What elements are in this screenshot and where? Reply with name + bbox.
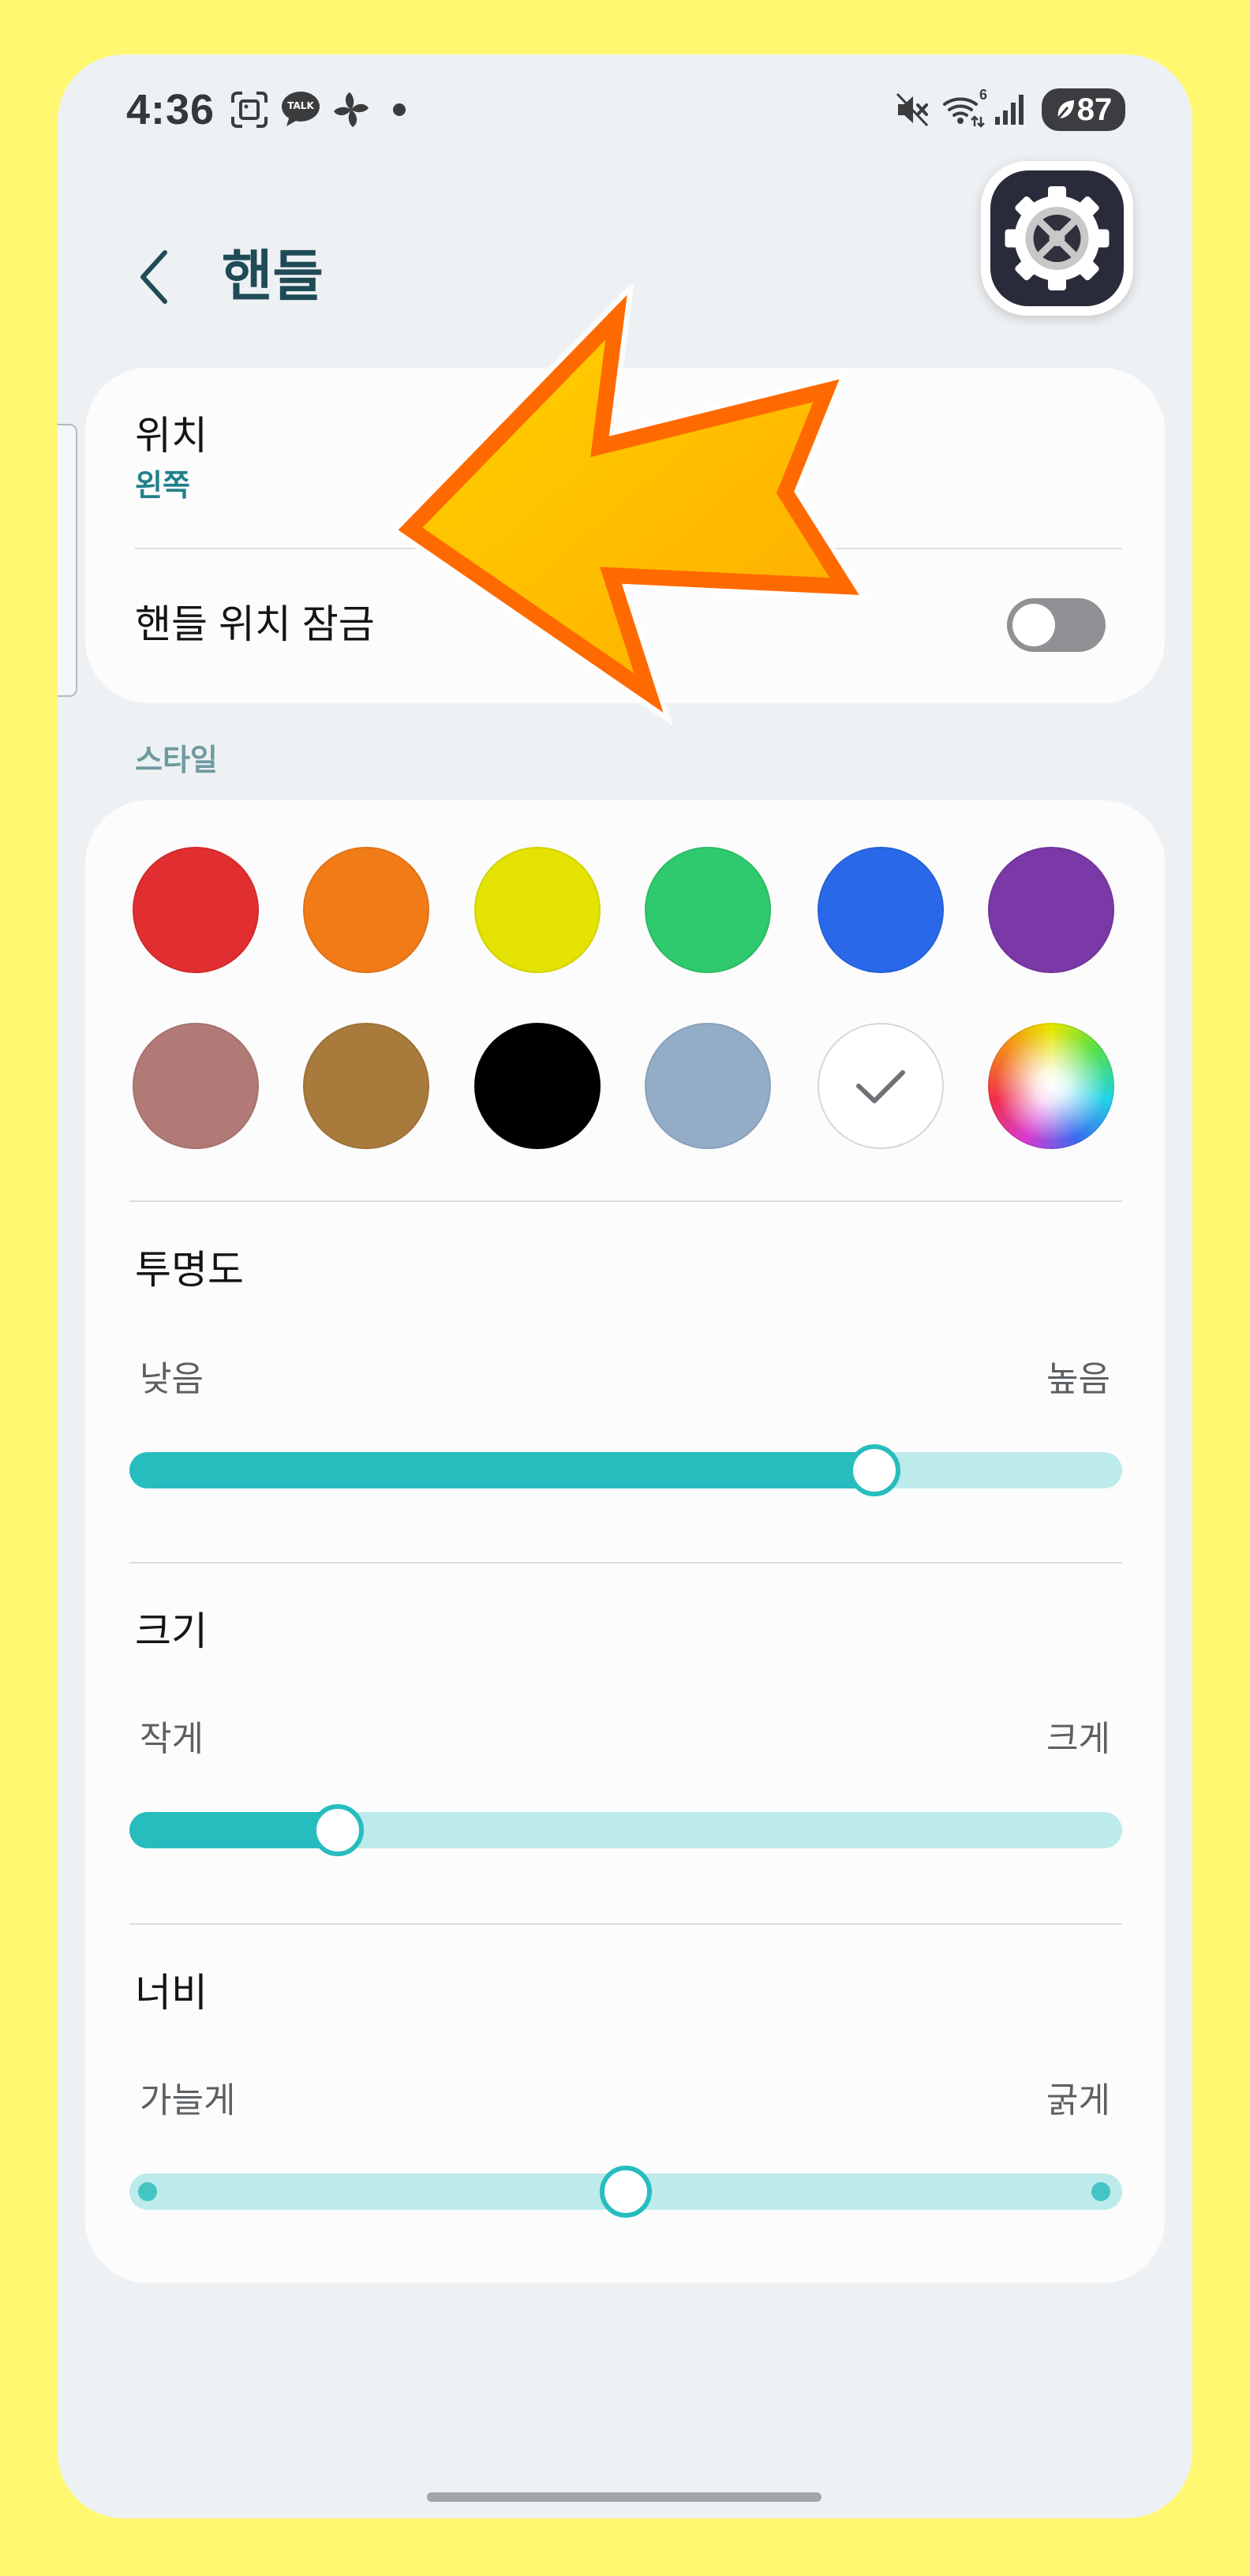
- color-swatch[interactable]: [645, 1023, 771, 1149]
- slider-end-dot: [1091, 2182, 1110, 2201]
- slider-track: [129, 1812, 1122, 1848]
- battery-level: 87: [1076, 92, 1113, 127]
- talk-label: TALK: [287, 100, 314, 111]
- page-title: 핸들: [222, 245, 324, 307]
- home-indicator[interactable]: [427, 2492, 821, 2502]
- color-swatch[interactable]: [645, 847, 771, 973]
- kakaotalk-icon: TALK: [281, 90, 320, 129]
- color-swatch[interactable]: [303, 1023, 429, 1149]
- color-swatch[interactable]: [474, 1023, 601, 1149]
- color-swatch[interactable]: [818, 847, 944, 973]
- edge-handle[interactable]: [58, 424, 77, 697]
- color-swatch[interactable]: [988, 847, 1114, 973]
- transparency-label: 투명도: [135, 1248, 244, 1292]
- status-time: 4:36: [126, 86, 215, 133]
- settings-gear-icon: [981, 161, 1133, 316]
- size-label: 크기: [135, 1609, 208, 1653]
- divider: [129, 1923, 1122, 1925]
- color-swatch[interactable]: [133, 1023, 259, 1149]
- slider-thumb[interactable]: [848, 1444, 900, 1496]
- transparency-min-label: 낮음: [140, 1360, 204, 1398]
- color-swatch[interactable]: [133, 847, 259, 973]
- wifi-badge: 6: [979, 87, 987, 103]
- transparency-slider[interactable]: [129, 1444, 1122, 1496]
- annotation-arrow-icon: [389, 284, 870, 726]
- width-max-label: 굵게: [1046, 2081, 1110, 2120]
- color-swatch[interactable]: [474, 847, 601, 973]
- wifi-icon: 6: [941, 87, 987, 129]
- pinwheel-icon: [331, 90, 371, 129]
- toggle-knob: [1011, 602, 1057, 648]
- transparency-max-label: 높음: [1046, 1360, 1110, 1398]
- width-slider[interactable]: [129, 2166, 1122, 2218]
- slider-thumb[interactable]: [312, 1804, 365, 1856]
- slider-fill: [129, 1452, 874, 1488]
- size-min-label: 작게: [140, 1720, 204, 1758]
- back-button[interactable]: [137, 249, 171, 305]
- style-card: 투명도 낮음 높음 크기 작게 크게 너비 가늘게 굵게: [85, 800, 1165, 2283]
- color-swatch-selected[interactable]: [818, 1023, 944, 1149]
- lock-toggle[interactable]: [1007, 598, 1106, 652]
- battery-icon: 87: [1042, 88, 1125, 131]
- slider-thumb[interactable]: [600, 2166, 652, 2218]
- signal-icon: [992, 90, 1028, 129]
- chevron-left-icon: [140, 250, 167, 304]
- section-header-style: 스타일: [135, 744, 218, 777]
- slider-fill: [129, 1812, 339, 1848]
- dot-icon: [393, 103, 406, 116]
- slider-track: [129, 1452, 1122, 1488]
- color-swatch[interactable]: [303, 847, 429, 973]
- color-wheel-icon[interactable]: [988, 1023, 1114, 1149]
- screenshot-icon: [230, 90, 269, 129]
- position-label: 위치: [135, 414, 208, 458]
- slider-end-dot: [138, 2182, 157, 2201]
- leaf-icon: [1057, 100, 1074, 119]
- width-label: 너비: [135, 1971, 208, 2015]
- width-min-label: 가늘게: [140, 2081, 236, 2120]
- checkmark-icon: [856, 1070, 905, 1103]
- size-slider[interactable]: [129, 1804, 1122, 1856]
- divider: [129, 1200, 1122, 1202]
- mute-icon: [895, 90, 931, 129]
- position-value: 왼쪽: [135, 470, 190, 503]
- lock-label: 핸들 위치 잠금: [135, 602, 375, 646]
- size-max-label: 크게: [1046, 1720, 1110, 1758]
- divider: [129, 1562, 1122, 1563]
